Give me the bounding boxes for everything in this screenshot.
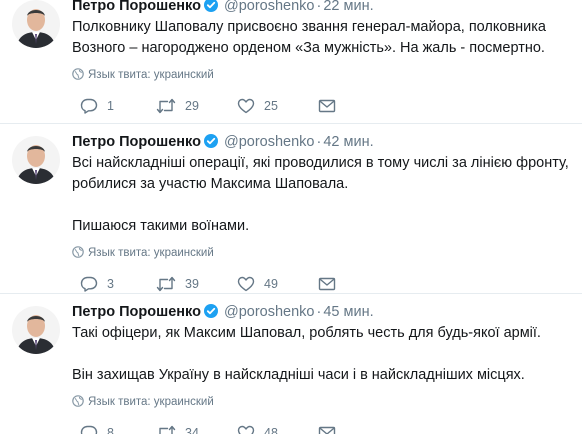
tweet[interactable]: Петро Порошенко @poroshenko · 45 мин. Такі… [0, 294, 582, 434]
avatar-portrait-icon [12, 306, 60, 354]
reply-icon [80, 98, 98, 114]
reply-icon [80, 425, 98, 434]
heart-icon [237, 98, 255, 114]
tweet-text-line: робилися за участю Максима Шаповала. [72, 176, 349, 192]
envelope-icon [318, 99, 336, 113]
tweet-language-label: Язык твита: украинский [88, 69, 214, 81]
author-name[interactable]: Петро Порошенко [72, 304, 201, 320]
verified-badge-icon [203, 304, 218, 318]
tweet-actions: 1 29 25 [72, 96, 574, 116]
author-handle[interactable]: @poroshenko [224, 304, 315, 320]
avatar[interactable] [12, 136, 60, 184]
like-button[interactable]: 25 [237, 96, 278, 116]
separator: · [316, 0, 322, 14]
tweet[interactable]: Петро Порошенко @poroshenko · 42 мин. Всі … [0, 124, 582, 294]
retweet-icon [159, 425, 176, 434]
tweet-text-line: Всі найскладніші операції, які проводили… [72, 155, 569, 171]
retweet-icon [156, 276, 176, 292]
like-count: 49 [264, 277, 278, 291]
verified-badge-icon [203, 0, 218, 12]
tweet-timestamp[interactable]: 45 мин. [323, 304, 373, 320]
tweet-text: Полковнику Шаповалу присвоєно звання ген… [72, 17, 574, 59]
like-button[interactable]: 49 [237, 274, 278, 294]
tweet-language: Язык твита: украинский [72, 395, 574, 409]
tweet-text-line: Возного – нагороджено орденом «За мужніс… [72, 40, 545, 56]
like-button[interactable]: 48 [237, 423, 278, 434]
tweet-language: Язык твита: украинский [72, 246, 574, 260]
avatar-portrait-icon [12, 0, 60, 48]
tweet-language: Язык твита: украинский [72, 68, 574, 82]
author-name[interactable]: Петро Порошенко [72, 0, 201, 14]
reply-button[interactable]: 1 [80, 96, 114, 116]
author-handle[interactable]: @poroshenko [224, 0, 315, 14]
tweet-text: Всі найскладніші операції, які проводили… [72, 153, 574, 237]
tweet-timeline: Петро Порошенко @poroshenko · 22 мин. Полк… [0, 0, 582, 434]
retweet-count: 39 [185, 277, 199, 291]
avatar[interactable] [12, 306, 60, 354]
tweet-actions: 8 34 48 [72, 423, 574, 434]
tweet-language-label: Язык твита: украинский [88, 396, 214, 408]
heart-icon [237, 276, 255, 292]
envelope-icon [318, 426, 336, 434]
retweet-button[interactable]: 34 [156, 423, 199, 434]
direct-message-button[interactable] [318, 423, 336, 434]
tweet-text-line: Такі офіцери, як Максим Шаповал, роблять… [72, 325, 541, 341]
separator: · [316, 134, 322, 150]
verified-badge-icon [203, 134, 218, 148]
tweet-timestamp[interactable]: 42 мин. [323, 134, 373, 150]
heart-icon [237, 425, 255, 434]
avatar-portrait-icon [12, 136, 60, 184]
direct-message-button[interactable] [318, 274, 336, 294]
globe-icon [72, 395, 84, 407]
author-name[interactable]: Петро Порошенко [72, 134, 201, 150]
reply-count: 1 [107, 99, 114, 113]
tweet-timestamp[interactable]: 22 мин. [323, 0, 373, 14]
retweet-button[interactable]: 29 [156, 96, 199, 116]
retweet-icon [156, 98, 176, 114]
reply-button[interactable]: 3 [80, 274, 114, 294]
envelope-icon [318, 277, 336, 291]
tweet-text-line: Пишаюся такими воїнами. [72, 218, 250, 234]
retweet-count: 34 [185, 426, 199, 434]
avatar[interactable] [12, 0, 60, 48]
tweet-text: Такі офіцери, як Максим Шаповал, роблять… [72, 323, 574, 386]
direct-message-button[interactable] [318, 96, 336, 116]
globe-icon [72, 246, 84, 258]
reply-button[interactable]: 8 [80, 423, 114, 434]
globe-icon [72, 68, 84, 80]
retweet-count: 29 [185, 99, 199, 113]
tweet-actions: 3 39 49 [72, 274, 574, 294]
reply-count: 3 [107, 277, 114, 291]
tweet-language-label: Язык твита: украинский [88, 247, 214, 259]
reply-count: 8 [107, 426, 114, 434]
like-count: 48 [264, 426, 278, 434]
author-handle[interactable]: @poroshenko [224, 134, 315, 150]
reply-icon [80, 276, 98, 292]
separator: · [316, 304, 322, 320]
tweet[interactable]: Петро Порошенко @poroshenko · 22 мин. Полк… [0, 0, 582, 124]
like-count: 25 [264, 99, 278, 113]
tweet-text-line: Полковнику Шаповалу присвоєно звання ген… [72, 19, 546, 35]
retweet-button[interactable]: 39 [156, 274, 199, 294]
tweet-text-line: Він захищав Україну в найскладніші часи … [72, 367, 525, 383]
